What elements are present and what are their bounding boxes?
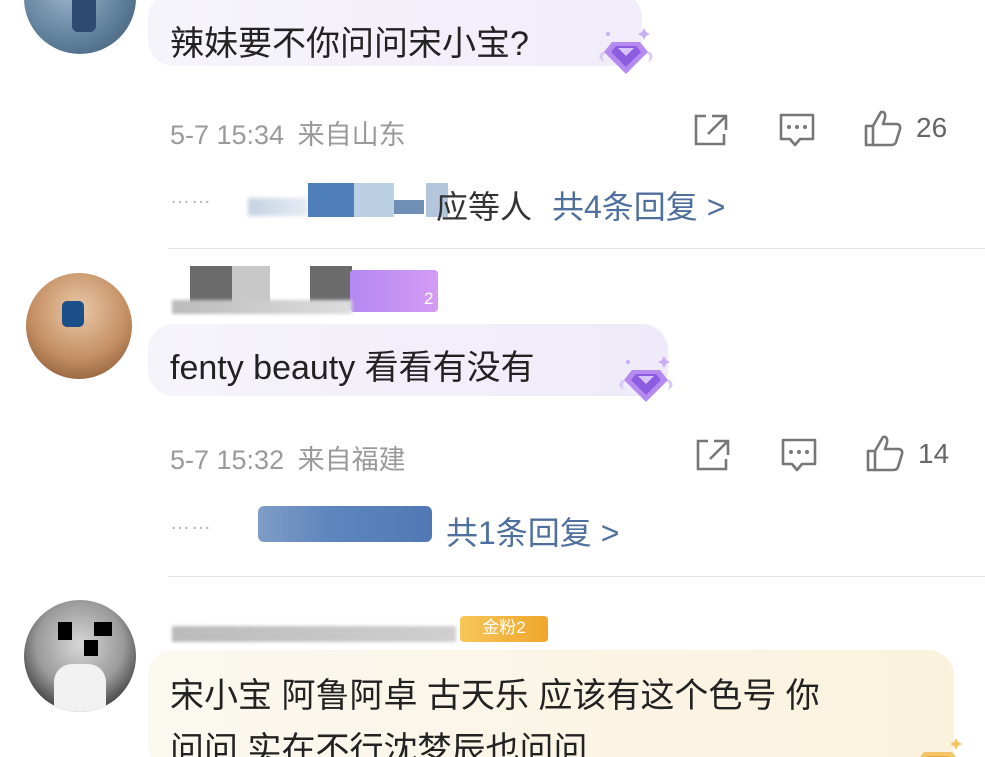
comment-time: 5-7 15:34	[170, 120, 285, 150]
blurred-username	[258, 506, 432, 542]
comment-text: 问问 实在不行沈梦辰也问问	[170, 731, 588, 757]
comment-text: fenty beauty 看看有没有	[170, 349, 535, 387]
reply-dots: ……	[170, 512, 212, 534]
comment-text: 辣妹要不你问问宋小宝?	[170, 25, 529, 63]
comment-icon[interactable]	[780, 437, 818, 473]
diamond-badge-icon	[599, 28, 653, 74]
fan-badge-label: 金粉2	[482, 618, 526, 637]
divider	[168, 248, 985, 249]
share-icon[interactable]	[692, 112, 730, 148]
blurred-username	[172, 300, 352, 314]
like-count: 14	[918, 438, 950, 469]
blurred-username[interactable]	[172, 626, 456, 642]
thumbs-up-icon[interactable]	[862, 108, 904, 148]
comment-time: 5-7 15:32	[170, 445, 285, 475]
thumbs-up-icon[interactable]	[864, 433, 906, 473]
view-replies-link[interactable]: 共1条回复 >	[446, 508, 619, 554]
comment-location: 来自福建	[297, 445, 406, 475]
level-badge: 2	[350, 270, 438, 312]
blurred-username	[308, 183, 354, 217]
comment-location: 来自山东	[297, 120, 406, 150]
blurred-username	[248, 198, 308, 216]
avatar[interactable]	[26, 273, 132, 379]
blurred-username	[354, 183, 394, 217]
comment-meta: 5-7 15:32 来自福建	[170, 438, 406, 477]
reply-preview[interactable]: 应等人	[436, 182, 532, 228]
diamond-badge-icon	[920, 738, 962, 757]
reply-dots: ……	[170, 186, 212, 208]
share-icon[interactable]	[694, 437, 732, 473]
divider	[168, 576, 985, 577]
diamond-badge-icon	[619, 356, 673, 402]
view-replies-link[interactable]: 共4条回复 >	[552, 182, 725, 228]
comment-icon[interactable]	[778, 112, 816, 148]
avatar[interactable]	[24, 600, 136, 712]
comment-meta: 5-7 15:34 来自山东	[170, 113, 406, 152]
level-badge-number: 2	[424, 289, 434, 308]
fan-badge: 金粉2	[460, 616, 548, 642]
like-count: 26	[916, 112, 948, 143]
avatar[interactable]	[24, 0, 136, 54]
comment-text: 宋小宝 阿鲁阿卓 古天乐 应该有这个色号 你	[170, 677, 820, 715]
blurred-username	[394, 200, 424, 214]
